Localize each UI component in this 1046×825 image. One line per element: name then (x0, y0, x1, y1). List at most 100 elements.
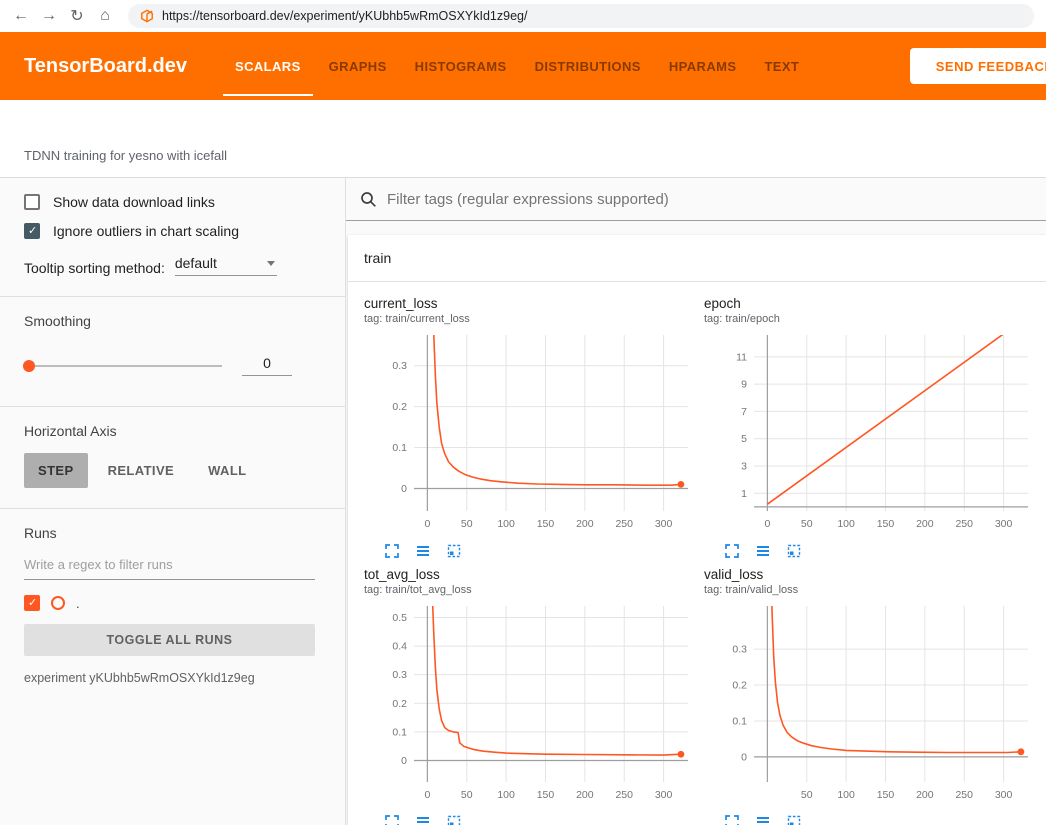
svg-text:0.2: 0.2 (732, 680, 747, 692)
fit-domain-icon[interactable] (786, 814, 802, 825)
search-icon (360, 191, 377, 208)
slider-knob[interactable] (23, 360, 35, 372)
chart-plot-tot_avg_loss[interactable]: 00.10.20.30.40.5050100150200250300 (364, 600, 694, 808)
tag-group-card: train current_losstag: train/current_los… (348, 235, 1046, 825)
refresh-icon[interactable]: ↻ (64, 6, 90, 26)
settings-sidebar: Show data download links Ignore outliers… (0, 178, 346, 825)
fit-domain-icon[interactable] (786, 543, 802, 559)
tag-filter-row: Filter tags (regular expressions support… (346, 178, 1046, 221)
chart-toolbar (364, 808, 694, 825)
tab-graphs[interactable]: GRAPHS (329, 32, 387, 100)
svg-text:100: 100 (837, 518, 855, 530)
fit-domain-icon[interactable] (446, 543, 462, 559)
tab-hparams[interactable]: HPARAMS (669, 32, 737, 100)
svg-text:0.5: 0.5 (392, 612, 407, 624)
experiment-title: TDNN training for yesno with icefall (24, 148, 227, 163)
tab-text[interactable]: TEXT (764, 32, 799, 100)
svg-text:250: 250 (615, 518, 633, 530)
svg-text:200: 200 (916, 789, 934, 801)
app-header: TensorBoard.dev SCALARS GRAPHS HISTOGRAMS D… (0, 32, 1046, 100)
expand-chart-icon[interactable] (384, 543, 400, 559)
svg-text:9: 9 (741, 379, 747, 391)
chevron-down-icon (267, 261, 275, 266)
svg-text:150: 150 (877, 789, 895, 801)
toggle-all-runs-button[interactable]: TOGGLE ALL RUNS (24, 624, 315, 656)
browser-chrome: ← → ↻ ⌂ https://tensorboard.dev/experime… (0, 0, 1046, 32)
experiment-id: experiment yKUbhb5wRmOSXYkId1z9eg (24, 671, 315, 685)
url-text: https://tensorboard.dev/experiment/yKUbh… (162, 9, 527, 23)
expand-chart-icon[interactable] (724, 543, 740, 559)
ignore-outliers-row[interactable]: Ignore outliers in chart scaling (24, 223, 315, 239)
address-bar[interactable]: https://tensorboard.dev/experiment/yKUbh… (128, 4, 1034, 28)
run-item[interactable]: . (24, 595, 315, 611)
svg-text:3: 3 (741, 460, 747, 472)
chart-options-icon[interactable] (415, 814, 431, 825)
tab-histograms[interactable]: HISTOGRAMS (415, 32, 507, 100)
expand-chart-icon[interactable] (384, 814, 400, 825)
tooltip-sorting-row: Tooltip sorting method: default (24, 255, 315, 276)
svg-text:0: 0 (424, 789, 430, 801)
home-icon[interactable]: ⌂ (92, 7, 118, 25)
back-icon[interactable]: ← (8, 7, 34, 25)
run-checkbox[interactable] (24, 595, 40, 611)
show-download-links-label: Show data download links (53, 194, 215, 210)
chart-options-icon[interactable] (755, 543, 771, 559)
svg-text:5: 5 (741, 433, 747, 445)
send-feedback-button[interactable]: SEND FEEDBACK (910, 48, 1046, 84)
smoothing-label: Smoothing (24, 313, 315, 329)
checkbox-checked-icon[interactable] (24, 223, 40, 239)
horizontal-axis-label: Horizontal Axis (24, 423, 315, 439)
smoothing-value-input[interactable]: 0 (242, 355, 292, 376)
runs-filter-input[interactable]: Write a regex to filter runs (24, 557, 315, 580)
show-download-links-row[interactable]: Show data download links (24, 194, 315, 210)
svg-text:200: 200 (576, 789, 594, 801)
svg-text:300: 300 (655, 518, 673, 530)
chart-title: tot_avg_loss (364, 567, 694, 582)
app-logo[interactable]: TensorBoard.dev (24, 55, 187, 78)
runs-section: Runs Write a regex to filter runs . TOGG… (0, 509, 345, 705)
chart-toolbar (704, 808, 1034, 825)
svg-text:0: 0 (401, 483, 407, 495)
chart-plot-valid_loss[interactable]: 00.10.20.350100150200250300 (704, 600, 1034, 808)
svg-text:200: 200 (916, 518, 934, 530)
axis-button-wall[interactable]: WALL (194, 453, 260, 488)
axis-button-relative[interactable]: RELATIVE (94, 453, 189, 488)
tooltip-sorting-value: default (175, 255, 217, 271)
svg-text:150: 150 (877, 518, 895, 530)
general-settings-section: Show data download links Ignore outliers… (0, 178, 345, 296)
runs-label: Runs (24, 525, 315, 541)
content-area: Show data download links Ignore outliers… (0, 178, 1046, 825)
fit-domain-icon[interactable] (446, 814, 462, 825)
chart-options-icon[interactable] (755, 814, 771, 825)
smoothing-slider[interactable] (24, 365, 222, 367)
expand-chart-icon[interactable] (724, 814, 740, 825)
chart-current_loss: current_losstag: train/current_loss00.10… (364, 296, 694, 559)
tab-scalars[interactable]: SCALARS (235, 32, 301, 100)
chart-options-icon[interactable] (415, 543, 431, 559)
chart-tot_avg_loss: tot_avg_losstag: train/tot_avg_loss00.10… (364, 567, 694, 825)
chart-tag: tag: train/epoch (704, 313, 1034, 325)
svg-text:200: 200 (576, 518, 594, 530)
svg-text:300: 300 (655, 789, 673, 801)
tooltip-sorting-dropdown[interactable]: default (175, 255, 277, 276)
tag-group-title: train (364, 250, 391, 266)
chart-plot-epoch[interactable]: 1357911050100150200250300 (704, 329, 1034, 537)
ignore-outliers-label: Ignore outliers in chart scaling (53, 223, 239, 239)
svg-text:100: 100 (497, 789, 515, 801)
chart-valid_loss: valid_losstag: train/valid_loss00.10.20.… (704, 567, 1034, 825)
axis-button-step[interactable]: STEP (24, 453, 88, 488)
tag-filter-input[interactable]: Filter tags (regular expressions support… (387, 191, 669, 208)
forward-icon[interactable]: → (36, 7, 62, 25)
svg-text:250: 250 (955, 789, 973, 801)
main-panel: Filter tags (regular expressions support… (346, 178, 1046, 825)
chart-plot-current_loss[interactable]: 00.10.20.3050100150200250300 (364, 329, 694, 537)
svg-text:100: 100 (837, 789, 855, 801)
svg-text:50: 50 (801, 518, 813, 530)
tag-group-header[interactable]: train (348, 235, 1046, 282)
tab-distributions[interactable]: DISTRIBUTIONS (535, 32, 641, 100)
svg-text:0: 0 (424, 518, 430, 530)
chart-epoch: epochtag: train/epoch1357911050100150200… (704, 296, 1034, 559)
chart-title: current_loss (364, 296, 694, 311)
svg-text:0.1: 0.1 (392, 726, 407, 738)
checkbox-unchecked-icon[interactable] (24, 194, 40, 210)
